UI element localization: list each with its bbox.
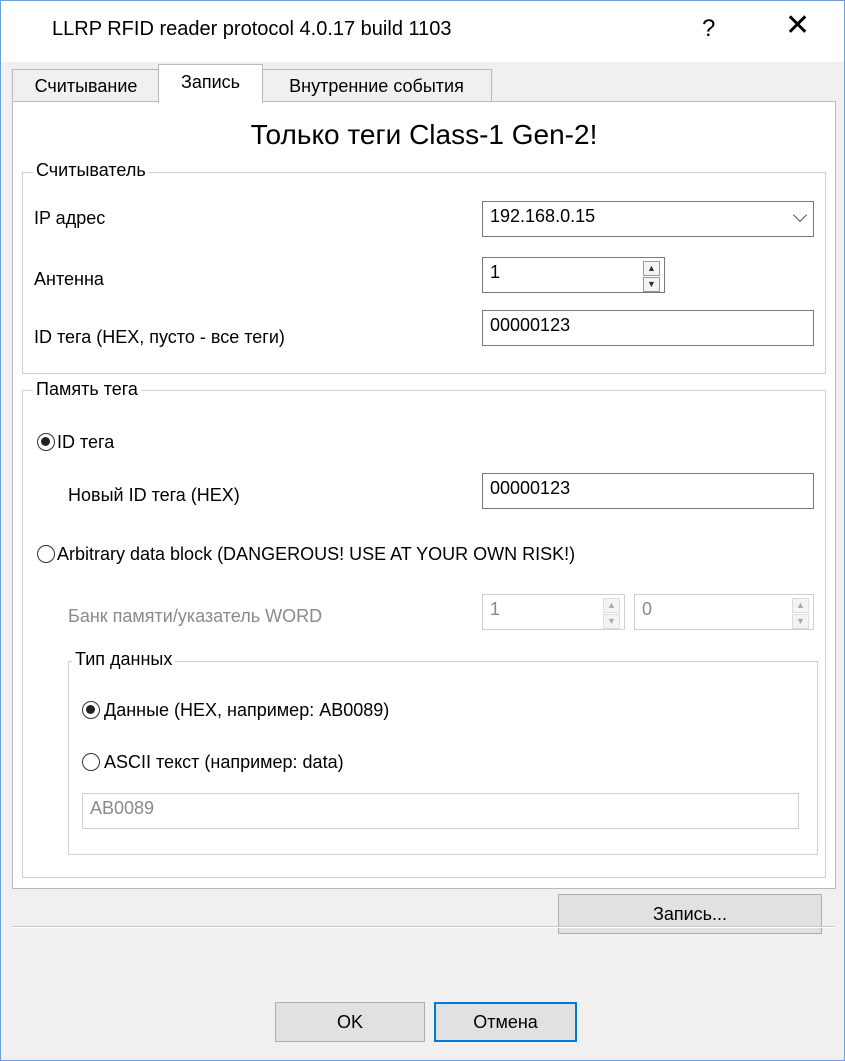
new-tag-id-input[interactable]: 00000123 (482, 473, 814, 509)
spin-up-icon[interactable]: ▲ (643, 261, 660, 276)
footer-separator (12, 926, 834, 928)
spin-up-icon[interactable]: ▲ (603, 598, 620, 613)
data-input[interactable]: AB0089 (82, 793, 799, 829)
spin-up-icon[interactable]: ▲ (792, 598, 809, 613)
tag-id-radio-label[interactable]: ID тега (57, 432, 114, 453)
write-button[interactable]: Запись... (558, 894, 822, 934)
memory-bank-value: 1 (490, 599, 501, 619)
ip-address-value: 192.168.0.15 (490, 206, 596, 226)
cancel-button[interactable]: Отмена (434, 1002, 577, 1042)
tag-id-radio[interactable] (37, 433, 55, 451)
ip-address-combobox[interactable]: 192.168.0.15 (482, 201, 814, 237)
tab-write[interactable]: Запись (158, 64, 263, 103)
reader-legend: Считыватель (33, 160, 149, 181)
tag-id-filter-input[interactable]: 00000123 (482, 310, 814, 346)
arbitrary-block-radio[interactable] (37, 545, 55, 563)
window-title: LLRP RFID reader protocol 4.0.17 build 1… (52, 18, 452, 40)
data-input-value: AB0089 (90, 798, 155, 818)
spin-down-icon[interactable]: ▼ (643, 277, 660, 292)
tab-internal-events[interactable]: Внутренние события (261, 69, 492, 102)
close-icon[interactable]: ✕ (785, 11, 810, 41)
tab-read[interactable]: Считывание (12, 69, 160, 102)
spin-down-icon[interactable]: ▼ (603, 614, 620, 629)
bank-spin-buttons[interactable]: ▲ ▼ (603, 598, 620, 629)
ascii-text-radio[interactable] (82, 753, 100, 771)
memory-bank-spinner[interactable]: 1 ▲ ▼ (482, 594, 625, 630)
pointer-spin-buttons[interactable]: ▲ ▼ (792, 598, 809, 629)
new-tag-id-value: 00000123 (490, 478, 571, 498)
ip-label: IP адрес (34, 208, 106, 228)
antenna-value: 1 (490, 262, 501, 282)
tag-memory-legend: Память тега (33, 379, 141, 400)
page-heading: Только теги Class-1 Gen-2! (250, 119, 598, 150)
dialog-window: LLRP RFID reader protocol 4.0.17 build 1… (0, 0, 845, 1061)
tag-id-filter-label: ID тега (HEX, пусто - все теги) (34, 327, 285, 347)
radio-selected-dot (41, 437, 50, 446)
help-icon[interactable]: ? (702, 15, 715, 43)
word-pointer-value: 0 (642, 599, 653, 619)
hex-data-radio[interactable] (82, 701, 100, 719)
antenna-label: Антенна (34, 269, 104, 289)
word-pointer-spinner[interactable]: 0 ▲ ▼ (634, 594, 814, 630)
data-type-legend: Тип данных (72, 649, 176, 670)
hex-data-radio-label[interactable]: Данные (HEX, например: AB0089) (104, 700, 389, 721)
spin-down-icon[interactable]: ▼ (792, 614, 809, 629)
antenna-spin-buttons[interactable]: ▲ ▼ (643, 261, 660, 292)
new-tag-id-label: Новый ID тега (HEX) (68, 485, 240, 505)
write-tab-panel: Только теги Class-1 Gen-2! Считыватель I… (12, 101, 836, 934)
ascii-text-radio-label[interactable]: ASCII текст (например: data) (104, 752, 344, 773)
arbitrary-block-radio-label[interactable]: Arbitrary data block (DANGEROUS! USE AT … (57, 544, 575, 565)
antenna-spinner[interactable]: 1 ▲ ▼ (482, 257, 665, 293)
radio-selected-dot (86, 705, 95, 714)
tag-id-filter-value: 00000123 (490, 315, 571, 335)
title-bar: LLRP RFID reader protocol 4.0.17 build 1… (1, 1, 844, 62)
bank-pointer-label: Банк памяти/указатель WORD (68, 606, 323, 626)
ok-button[interactable]: OK (275, 1002, 425, 1042)
chevron-down-icon[interactable] (792, 207, 808, 223)
